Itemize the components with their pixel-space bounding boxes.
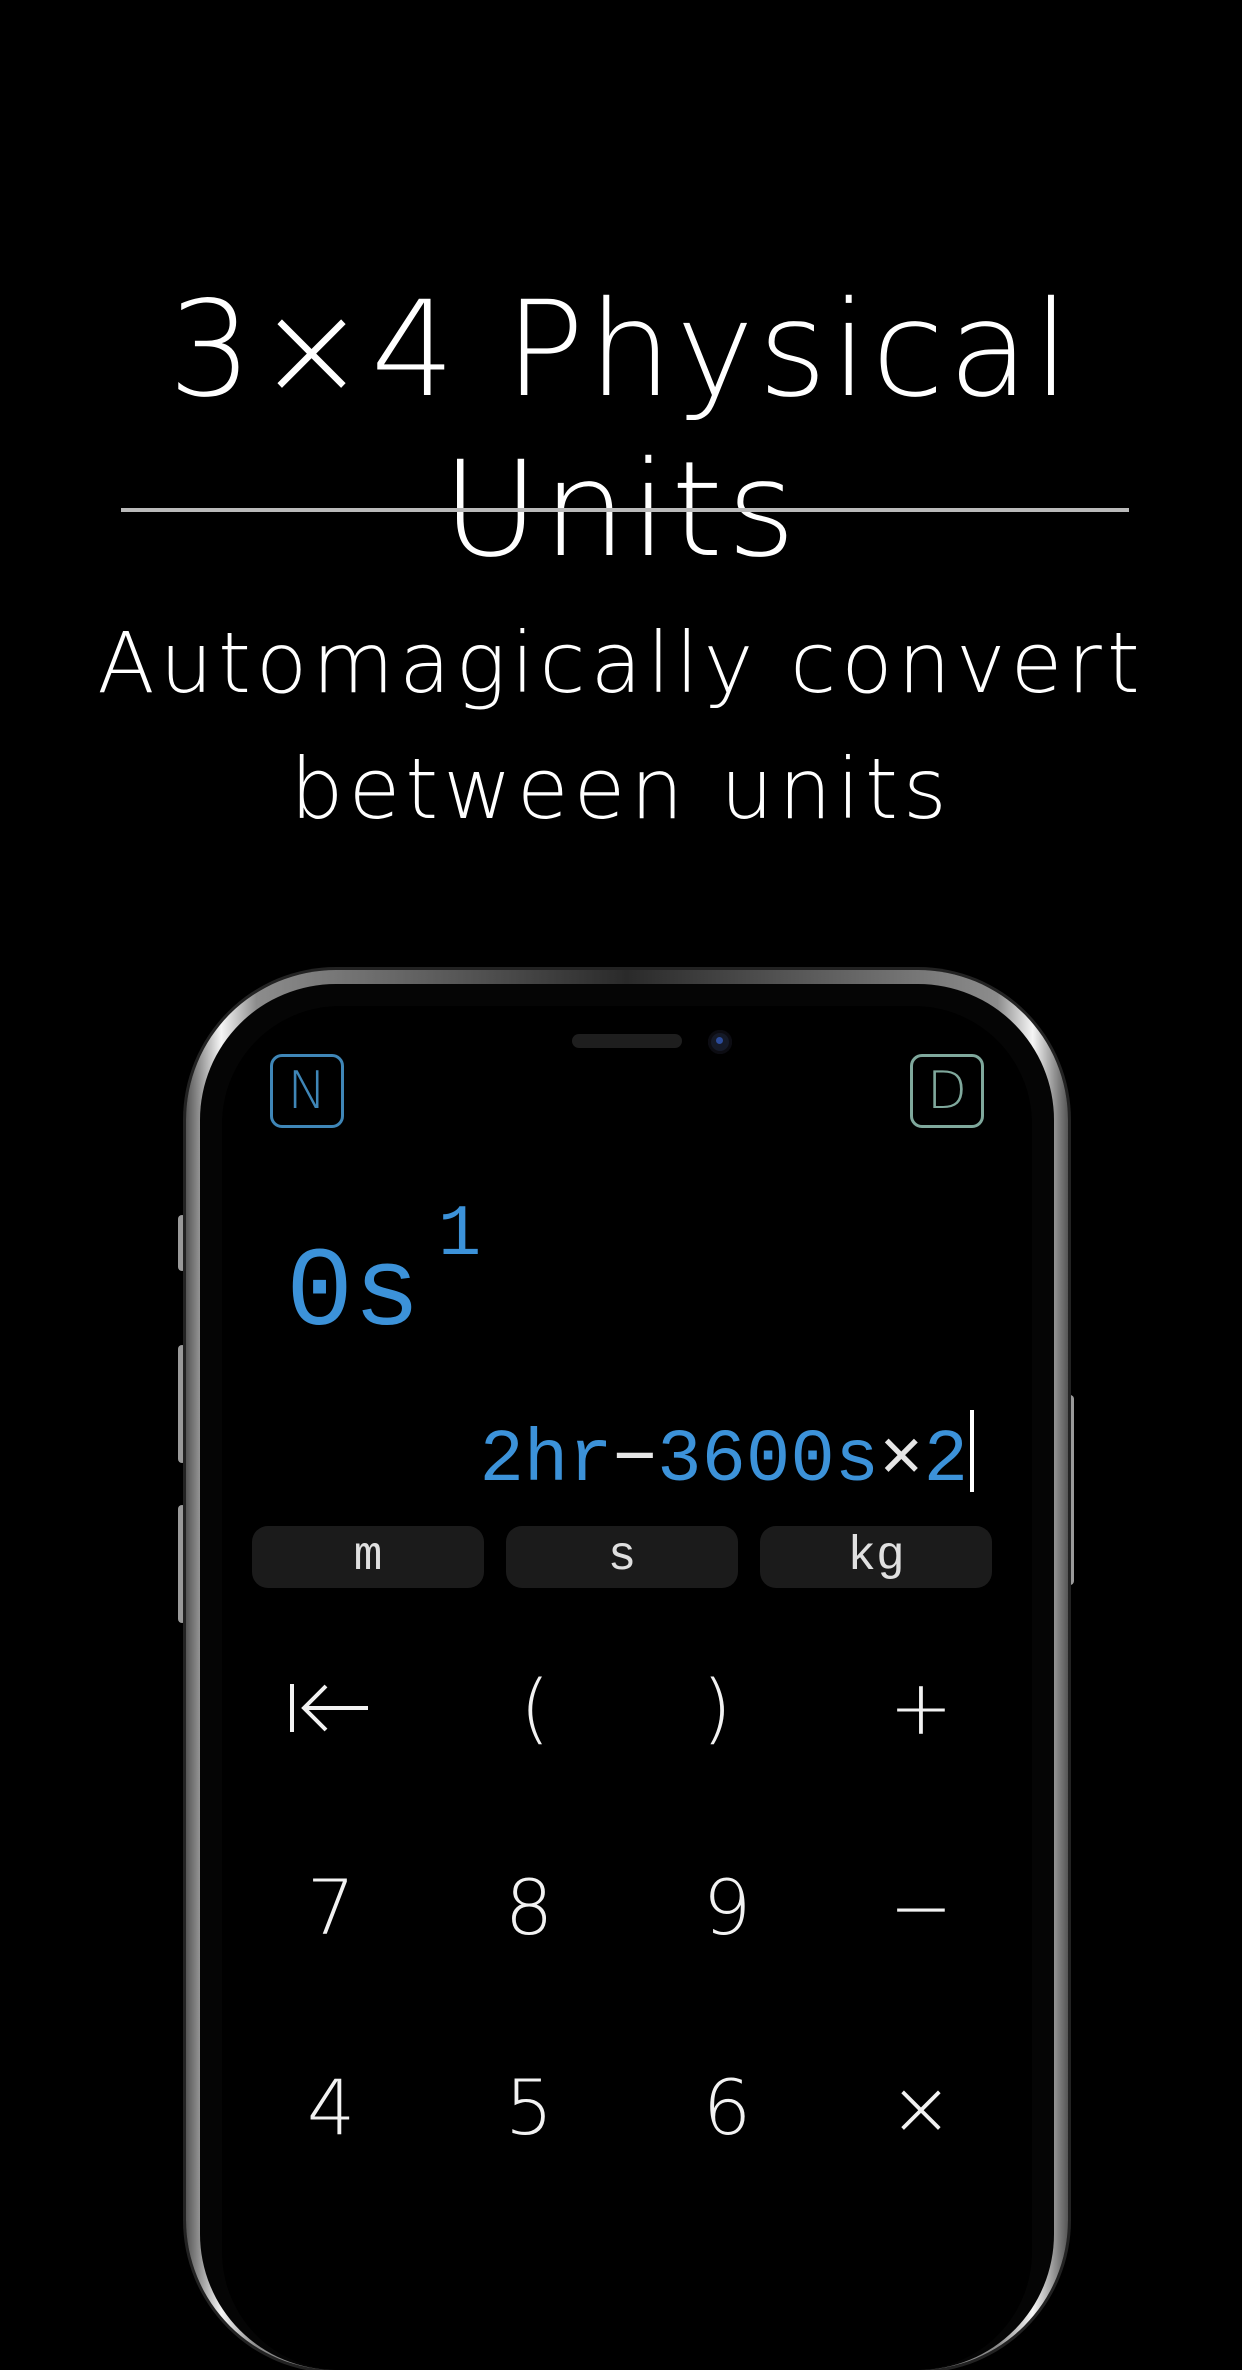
key-plus[interactable]: + <box>846 1648 996 1768</box>
key-6[interactable]: 6 <box>652 2048 802 2168</box>
unit-button-s[interactable]: s <box>506 1526 738 1588</box>
phone-volume-up-button <box>178 1345 186 1463</box>
key-5[interactable]: 5 <box>454 2048 604 2168</box>
phone-camera <box>708 1030 732 1054</box>
mode-n-button[interactable]: N <box>270 1054 344 1128</box>
key-open-paren[interactable]: ( <box>460 1648 610 1768</box>
key-9[interactable]: 9 <box>652 1848 802 1968</box>
subheadline-line-2: between units <box>290 740 952 838</box>
result-value: 0s <box>286 1231 421 1358</box>
key-8[interactable]: 8 <box>454 1848 604 1968</box>
divider <box>121 508 1129 512</box>
expression-input[interactable]: 2hr−3600s×2 <box>479 1410 974 1506</box>
key-close-paren[interactable]: ) <box>642 1648 792 1768</box>
expression-part-1: 2hr <box>479 1419 613 1503</box>
unit-button-m[interactable]: m <box>252 1526 484 1588</box>
expression-part-3: 2 <box>923 1419 968 1503</box>
unit-button-kg[interactable]: kg <box>760 1526 992 1588</box>
expression-operator-1: − <box>612 1419 658 1503</box>
text-cursor <box>970 1410 974 1492</box>
subheadline: Automagically convert between units <box>0 600 1242 852</box>
key-4[interactable]: 4 <box>256 2048 406 2168</box>
key-multiply[interactable]: × <box>846 2048 996 2168</box>
expression-operator-2: × <box>879 1419 924 1503</box>
key-7[interactable]: 7 <box>256 1848 406 1968</box>
phone-silent-switch <box>178 1215 186 1271</box>
phone-volume-down-button <box>178 1505 186 1623</box>
backspace-icon <box>290 1684 368 1732</box>
headline: 3×4 Physical Units <box>168 273 1074 587</box>
subheadline-line-1: Automagically convert <box>97 614 1145 712</box>
result-exponent: 1 <box>438 1194 482 1276</box>
expression-part-2: 3600s <box>657 1419 880 1503</box>
backspace-key[interactable] <box>256 1648 406 1768</box>
phone-speaker <box>572 1034 682 1048</box>
mode-d-button[interactable]: D <box>910 1054 984 1128</box>
key-minus[interactable]: − <box>846 1848 996 1968</box>
